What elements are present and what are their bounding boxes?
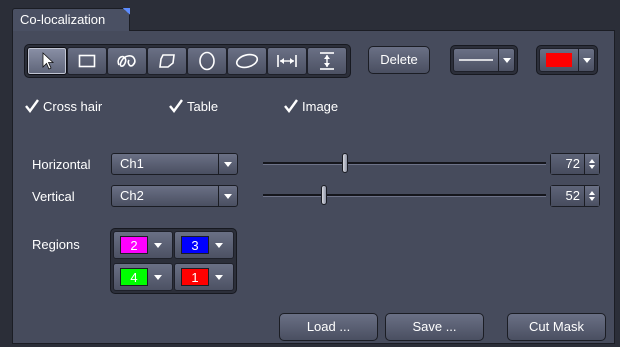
load-button[interactable]: Load ... [279,313,378,341]
region-button[interactable]: 4 [113,263,173,291]
line-style-preview [453,48,499,72]
arrow-pointer-icon [42,52,55,70]
horizontal-slider-track[interactable] [263,162,546,165]
chevron-down-icon [215,274,223,280]
horizontal-value[interactable]: 72 [551,154,584,174]
region-swatch: 1 [181,268,209,286]
circle-tool-button[interactable] [187,47,227,75]
cross-hair-label: Cross hair [43,98,103,114]
region-swatch: 3 [181,236,209,254]
region-swatch: 4 [120,268,148,286]
vertical-value-spinner[interactable]: 52 [550,185,600,207]
vertical-measure-icon [320,52,334,70]
regions-label: Regions [32,237,80,252]
spinner-arrows[interactable] [584,186,599,206]
freehand-icon [117,55,136,67]
tab-corner-indicator [123,8,130,15]
drawing-tools-group [24,44,351,78]
checkmark-icon [284,99,298,113]
vertical-channel-select[interactable]: Ch2 [111,185,238,207]
regions-group: 2 3 4 1 [110,228,237,294]
vertical-value[interactable]: 52 [551,186,584,206]
down-arrow-icon[interactable] [589,197,595,201]
solid-line-icon [459,59,493,61]
region-button[interactable]: 1 [174,263,234,291]
checkmark-icon [169,99,183,113]
table-checkbox[interactable]: Table [168,98,218,114]
save-button[interactable]: Save ... [385,313,484,341]
ellipse-icon [235,53,259,69]
region-button[interactable]: 3 [174,231,234,259]
region-swatch: 2 [120,236,148,254]
chevron-down-icon [154,274,162,280]
vertical-channel-value: Ch2 [120,188,144,203]
vertical-measure-tool-button[interactable] [307,47,347,75]
tab-colocalization[interactable]: Co-localization [12,8,130,31]
spinner-arrows[interactable] [584,154,599,174]
chevron-down-icon [218,154,237,174]
horizontal-value-spinner[interactable]: 72 [550,153,600,175]
chevron-down-icon [218,186,237,206]
color-swatch [546,53,572,67]
checkmark-icon [25,99,39,113]
line-style-dropdown[interactable] [450,45,518,75]
polygon-tool-button[interactable] [147,47,187,75]
tab-label: Co-localization [20,12,106,27]
vertical-slider-track[interactable] [263,194,546,197]
delete-button[interactable]: Delete [368,46,430,74]
cross-hair-checkbox[interactable]: Cross hair [24,98,102,114]
ellipse-tool-button[interactable] [227,47,267,75]
vertical-label: Vertical [32,189,75,204]
down-arrow-icon[interactable] [589,165,595,169]
pointer-tool-button[interactable] [27,47,67,75]
region-button[interactable]: 2 [113,231,173,259]
rectangle-icon [78,54,96,68]
table-label: Table [187,98,219,114]
horizontal-measure-icon [277,55,297,67]
freehand-tool-button[interactable] [107,47,147,75]
color-preview [539,48,579,72]
chevron-down-icon [215,242,223,248]
horizontal-channel-value: Ch1 [120,156,144,171]
up-arrow-icon[interactable] [589,191,595,195]
horizontal-slider-thumb[interactable] [342,153,348,173]
chevron-down-icon [154,242,162,248]
rectangle-tool-button[interactable] [67,47,107,75]
horizontal-channel-select[interactable]: Ch1 [111,153,238,175]
circle-icon [199,51,215,71]
up-arrow-icon[interactable] [589,159,595,163]
color-dropdown[interactable] [536,45,598,75]
chevron-down-icon [579,48,595,72]
horizontal-label: Horizontal [32,157,91,172]
vertical-slider-thumb[interactable] [321,185,327,205]
cut-mask-button[interactable]: Cut Mask [507,313,606,341]
horizontal-measure-tool-button[interactable] [267,47,307,75]
chevron-down-icon [499,48,515,72]
polygon-icon [159,54,175,68]
image-label: Image [302,98,339,114]
image-checkbox[interactable]: Image [283,98,338,114]
